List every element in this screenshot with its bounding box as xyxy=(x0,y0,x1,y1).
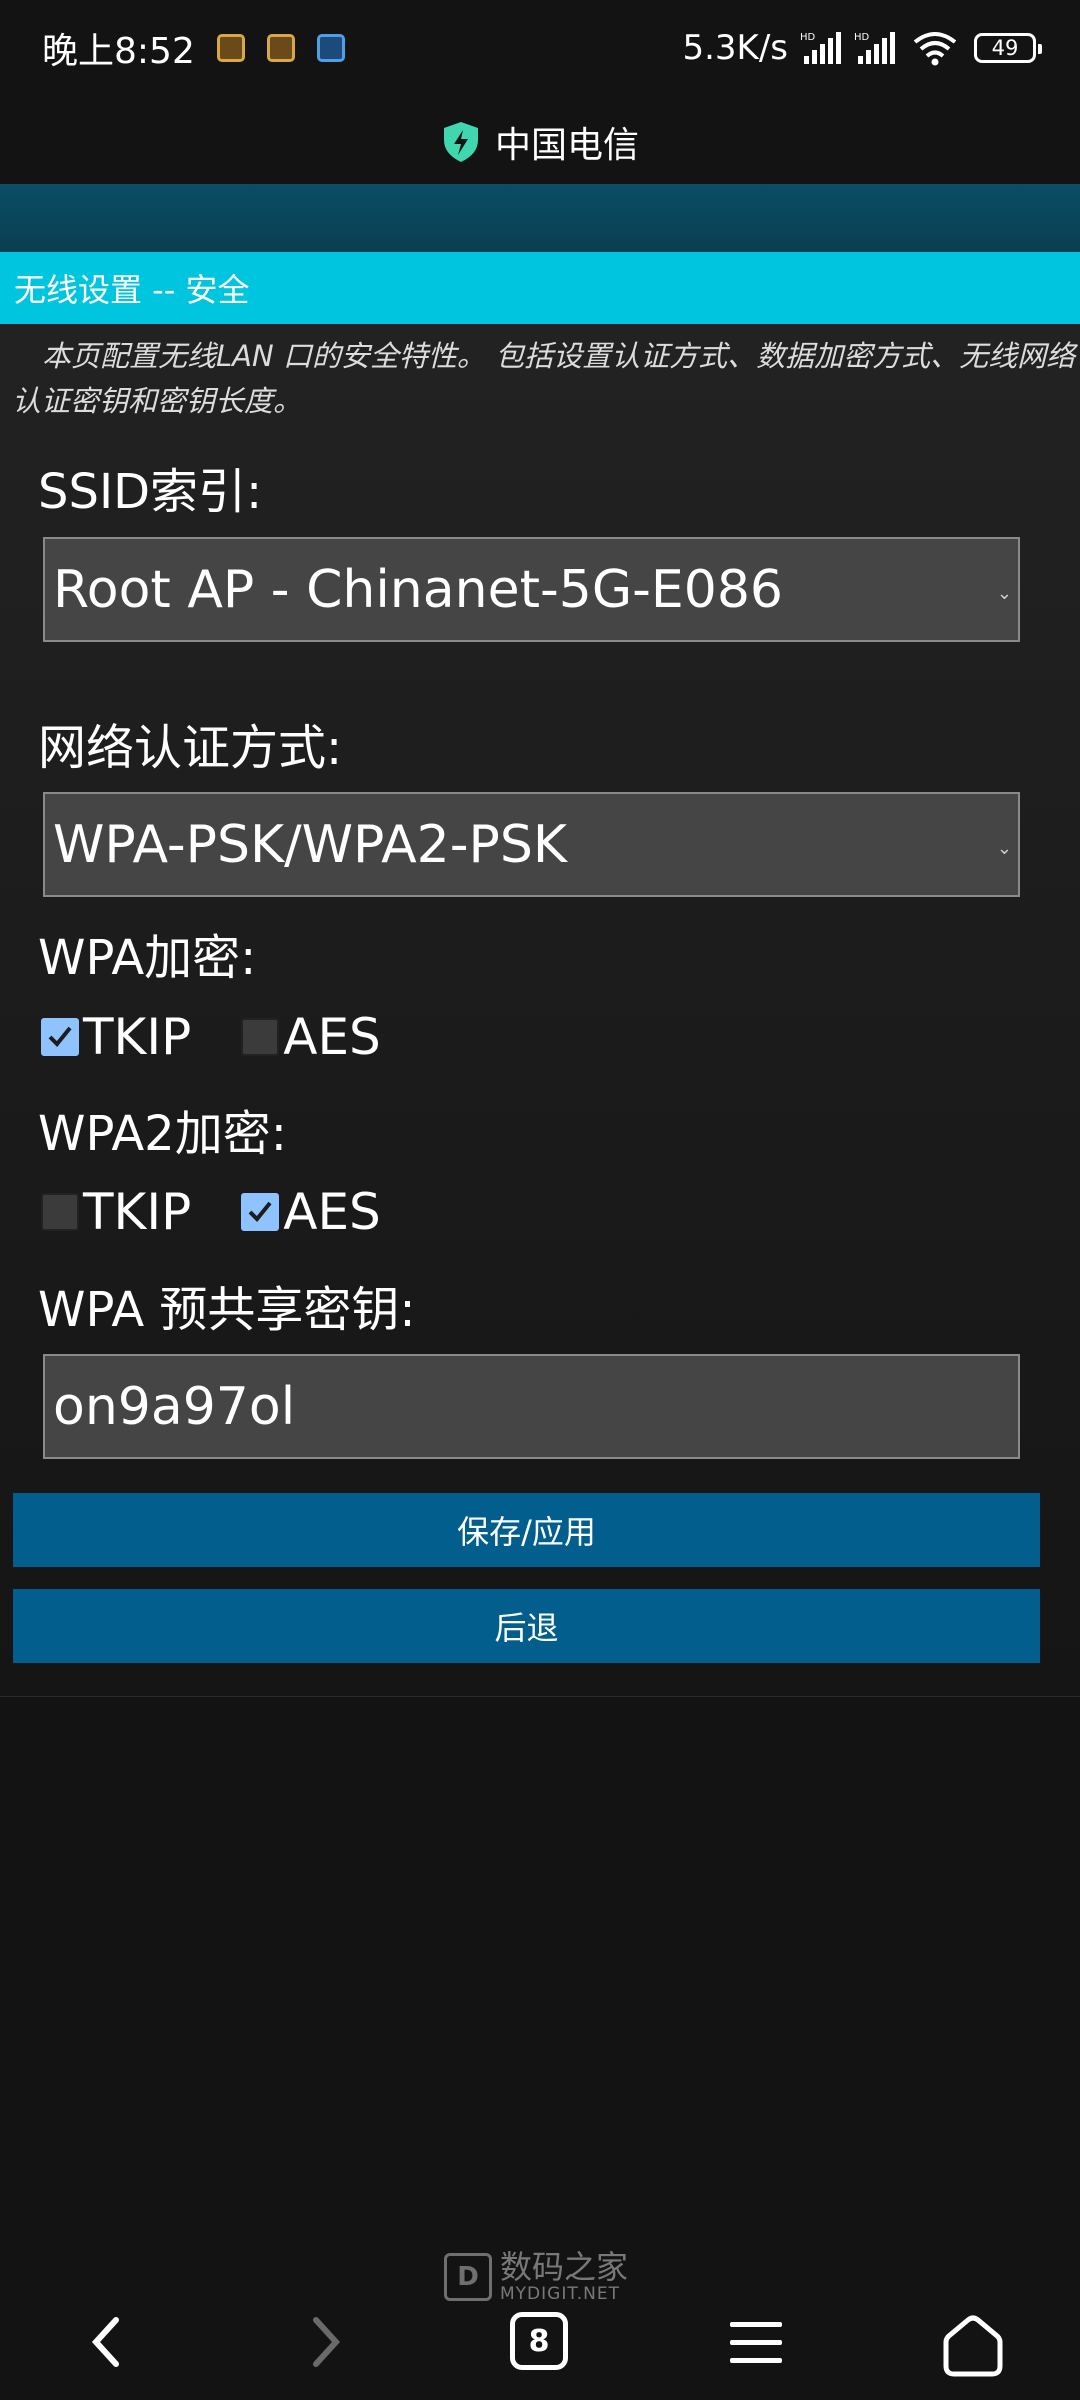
hd-label: HD xyxy=(800,32,816,43)
ssid-select[interactable]: Root AP - Chinanet-5G-E086 ⌄ xyxy=(43,537,1020,642)
back-button[interactable]: 后退 xyxy=(13,1589,1040,1663)
psk-value: on9a97ol xyxy=(53,1376,296,1437)
status-time: 晚上8:52 xyxy=(42,31,195,72)
wpa2-encryption-options: TKIP AES xyxy=(41,1183,431,1241)
battery-level: 49 xyxy=(991,36,1019,60)
back-icon xyxy=(91,2317,119,2367)
notification-icon xyxy=(316,34,345,62)
nav-home[interactable] xyxy=(938,2312,1008,2378)
auth-method-select[interactable]: WPA-PSK/WPA2-PSK ⌄ xyxy=(43,792,1020,897)
notification-icon xyxy=(266,34,295,62)
hd-label: HD xyxy=(854,32,870,43)
wifi-icon xyxy=(913,32,957,66)
menu-icon xyxy=(730,2322,782,2363)
save-apply-button[interactable]: 保存/应用 xyxy=(13,1493,1040,1567)
chevron-down-icon: ⌄ xyxy=(996,583,1012,604)
wpa-aes-checkbox[interactable] xyxy=(241,1018,280,1056)
auth-method-selected-value: WPA-PSK/WPA2-PSK xyxy=(53,814,567,875)
forward-icon xyxy=(313,2317,341,2367)
wpa-encryption-label: WPA加密: xyxy=(38,930,257,986)
wpa2-encryption-label: WPA2加密: xyxy=(38,1106,287,1162)
page-description: 本页配置无线LAN 口的安全特性。 包括设置认证方式、数据加密方式、无线网络认证… xyxy=(12,339,1076,418)
checkmark-icon xyxy=(248,1201,272,1222)
top-banner xyxy=(0,184,1080,252)
network-speed: 5.3K/s xyxy=(682,28,788,68)
status-bar: 晚上8:52 5.3K/s HD HD 49 xyxy=(0,0,1080,96)
cellular-signal-icon: HD xyxy=(800,32,841,64)
auth-method-label: 网络认证方式: xyxy=(38,720,343,776)
status-right: 5.3K/s HD HD 49 xyxy=(682,28,1042,68)
wpa-tkip-label: TKIP xyxy=(83,1008,192,1066)
wpa2-tkip-checkbox[interactable] xyxy=(41,1193,79,1231)
wpa-tkip-checkbox[interactable] xyxy=(41,1018,79,1056)
chevron-down-icon: ⌄ xyxy=(996,838,1012,859)
home-icon xyxy=(943,2315,1003,2377)
nav-forward[interactable] xyxy=(296,2312,352,2372)
wpa2-tkip-label: TKIP xyxy=(83,1183,192,1241)
ssid-selected-value: Root AP - Chinanet-5G-E086 xyxy=(53,559,783,620)
section-header: 无线设置 -- 安全 xyxy=(0,252,1080,324)
status-left: 晚上8:52 xyxy=(42,22,345,74)
page-title: 中国电信 xyxy=(494,125,639,166)
nav-menu[interactable] xyxy=(726,2312,786,2372)
nav-tabs[interactable]: 8 xyxy=(510,2312,568,2370)
wpa-aes-label: AES xyxy=(283,1008,381,1066)
tabs-icon: 8 xyxy=(510,2312,568,2370)
watermark-name: 数码之家 xyxy=(500,2248,629,2286)
wpa2-aes-label: AES xyxy=(283,1183,381,1241)
nav-back[interactable] xyxy=(80,2312,136,2372)
browser-nav-bar: 8 xyxy=(0,2290,1080,2400)
ssid-label: SSID索引: xyxy=(38,464,263,520)
wpa-encryption-options: TKIP AES xyxy=(41,1008,431,1066)
shield-icon xyxy=(443,122,478,162)
section-title: 无线设置 -- 安全 xyxy=(14,271,250,309)
browser-title-bar: 中国电信 xyxy=(0,100,1080,184)
notification-icon xyxy=(216,34,245,62)
wpa2-aes-checkbox[interactable] xyxy=(241,1193,280,1231)
tabs-count: 8 xyxy=(528,2323,550,2359)
checkmark-icon xyxy=(48,1026,72,1047)
psk-input[interactable]: on9a97ol xyxy=(43,1354,1020,1459)
psk-label: WPA 预共享密钥: xyxy=(38,1282,416,1338)
battery-icon: 49 xyxy=(974,33,1042,63)
cellular-signal-icon: HD xyxy=(854,32,895,64)
